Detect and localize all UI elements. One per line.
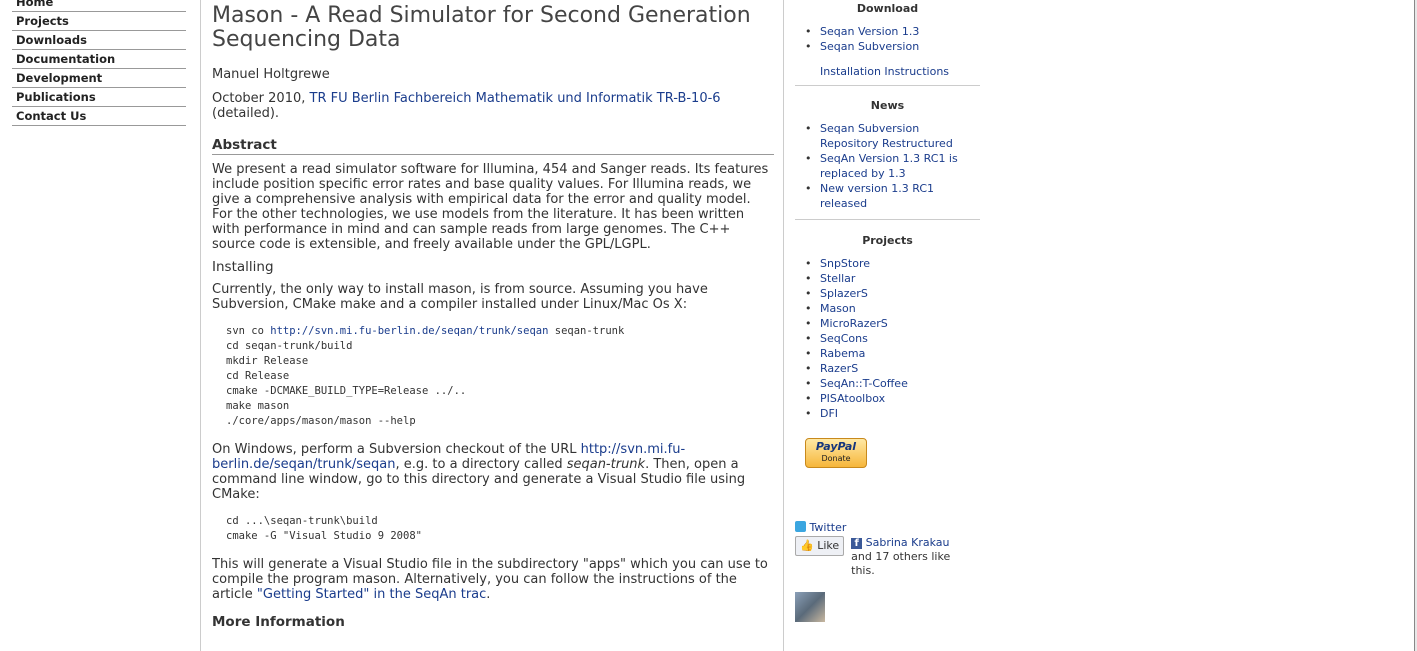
download-list: Seqan Version 1.3 Seqan Subversion (795, 24, 980, 54)
windows-folder-name: seqan-trunk (566, 457, 646, 472)
nav-item-home[interactable]: Home (12, 0, 186, 12)
code-line-1-pre: svn co (226, 325, 271, 337)
project-item[interactable]: SeqAn::T-Coffee (805, 376, 980, 391)
paypal-donate-label: Donate (821, 454, 851, 463)
news-link[interactable]: Seqan Subversion Repository Restructured (820, 122, 953, 150)
project-link-mason[interactable]: Mason (820, 302, 856, 315)
project-link-stellar[interactable]: Stellar (820, 272, 855, 285)
project-item[interactable]: SnpStore (805, 256, 980, 271)
news-item[interactable]: New version 1.3 RC1 released (805, 181, 965, 211)
download-item[interactable]: Seqan Subversion (805, 39, 980, 54)
more-information-heading: More Information (212, 614, 345, 630)
install-intro: Currently, the only way to install mason… (212, 282, 708, 312)
windows-text-pre: On Windows, perform a Subversion checkou… (212, 442, 581, 457)
sidebar-divider (795, 219, 980, 220)
project-item[interactable]: DFI (805, 406, 980, 421)
project-link-rabema[interactable]: Rabema (820, 347, 865, 360)
paypal-donate-button[interactable]: PayPal Donate (805, 438, 867, 468)
left-navigation: Home Projects Downloads Documentation De… (0, 0, 201, 651)
project-item[interactable]: SplazerS (805, 286, 980, 301)
project-item[interactable]: MicroRazerS (805, 316, 980, 331)
projects-list: SnpStore Stellar SplazerS Mason MicroRaz… (795, 256, 980, 421)
download-item[interactable]: Seqan Version 1.3 (805, 24, 980, 39)
project-link-snpstore[interactable]: SnpStore (820, 257, 870, 270)
download-link-seqan-1-3[interactable]: Seqan Version 1.3 (820, 25, 919, 38)
nav-item-publications[interactable]: Publications (12, 88, 186, 107)
like-label: Like (817, 539, 840, 552)
like-count-text: f Sabrina Krakau and 17 others like this… (851, 536, 969, 578)
installation-instructions: Installation Instructions (795, 64, 980, 79)
twitter-link[interactable]: Twitter (810, 521, 847, 534)
code-line-1-post: seqan-trunk (548, 325, 625, 337)
project-item[interactable]: RazerS (805, 361, 980, 376)
visual-studio-paragraph: This will generate a Visual Studio file … (212, 557, 774, 602)
project-link-pisatoolbox[interactable]: PISAtoolbox (820, 392, 885, 405)
news-item[interactable]: Seqan Subversion Repository Restructured (805, 121, 965, 151)
facebook-icon: f (851, 538, 863, 549)
author: Manuel Holtgrewe (212, 67, 330, 82)
news-item[interactable]: SeqAn Version 1.3 RC1 is replaced by 1.3 (805, 151, 965, 181)
project-item[interactable]: Stellar (805, 271, 980, 286)
news-list: Seqan Subversion Repository Restructured… (795, 121, 965, 211)
nav-list: Home Projects Downloads Documentation De… (12, 0, 186, 126)
publication-info: October 2010, TR FU Berlin Fachbereich M… (212, 91, 732, 121)
windows-paragraph: On Windows, perform a Subversion checkou… (212, 442, 774, 502)
report-link[interactable]: TR FU Berlin Fachbereich Mathematik und … (310, 91, 721, 106)
facebook-friend-avatar[interactable] (795, 592, 825, 622)
project-item[interactable]: PISAtoolbox (805, 391, 980, 406)
detailed-text: (detailed). (212, 106, 280, 121)
project-link-dfi[interactable]: DFI (820, 407, 838, 420)
right-sidebar: Download Seqan Version 1.3 Seqan Subvers… (795, 0, 980, 622)
code-block-windows: cd ...\seqan-trunk\build cmake -G "Visua… (226, 515, 422, 542)
facebook-like-widget: 👍 Like f Sabrina Krakau and 17 others li… (795, 536, 980, 578)
svn-code-link[interactable]: http://svn.mi.fu-berlin.de/seqan/trunk/s… (270, 325, 548, 337)
nav-item-development[interactable]: Development (12, 69, 186, 88)
thumbs-up-icon: 👍 (800, 539, 814, 552)
abstract-heading: Abstract (212, 137, 774, 155)
download-link-subversion[interactable]: Seqan Subversion (820, 40, 919, 53)
project-link-splazers[interactable]: SplazerS (820, 287, 868, 300)
twitter-link-row[interactable]: Twitter (795, 521, 980, 535)
news-link[interactable]: New version 1.3 RC1 released (820, 182, 934, 210)
twitter-icon (795, 521, 806, 532)
projects-title: Projects (862, 234, 913, 247)
project-item[interactable]: Rabema (805, 346, 980, 361)
project-link-seqan-t-coffee[interactable]: SeqAn::T-Coffee (820, 377, 908, 390)
paypal-logo: PayPal (815, 440, 857, 453)
nav-item-projects[interactable]: Projects (12, 12, 186, 31)
installation-instructions-link[interactable]: Installation Instructions (820, 65, 949, 78)
abstract-text: We present a read simulator software for… (212, 162, 769, 252)
main-content: Mason - A Read Simulator for Second Gene… (212, 0, 774, 651)
nav-item-downloads[interactable]: Downloads (12, 31, 186, 50)
page: Home Projects Downloads Documentation De… (0, 0, 1415, 651)
nav-item-documentation[interactable]: Documentation (12, 50, 186, 69)
code-block-unix: svn co http://svn.mi.fu-berlin.de/seqan/… (226, 324, 774, 429)
page-title: Mason - A Read Simulator for Second Gene… (212, 3, 751, 52)
installing-heading: Installing (212, 259, 274, 275)
download-title: Download (856, 2, 919, 15)
getting-started-link[interactable]: "Getting Started" in the SeqAn trac (257, 587, 486, 602)
vs-text-post: . (486, 587, 491, 602)
project-link-razers[interactable]: RazerS (820, 362, 858, 375)
windows-text-mid: , e.g. to a directory called (395, 457, 567, 472)
code-lines-rest: cd seqan-trunk/build mkdir Release cd Re… (226, 340, 467, 427)
project-link-microrazers[interactable]: MicroRazerS (820, 317, 888, 330)
project-item[interactable]: Mason (805, 301, 980, 316)
like-others-text: and 17 others like this. (851, 550, 951, 577)
publication-date: October 2010, (212, 91, 306, 106)
facebook-friend-link[interactable]: Sabrina Krakau (866, 536, 950, 549)
column-divider (783, 0, 784, 651)
facebook-like-button[interactable]: 👍 Like (795, 536, 845, 556)
nav-item-contact-us[interactable]: Contact Us (12, 107, 186, 126)
sidebar-divider (795, 85, 980, 86)
news-title: News (870, 99, 905, 112)
news-link[interactable]: SeqAn Version 1.3 RC1 is replaced by 1.3 (820, 152, 958, 180)
project-item[interactable]: SeqCons (805, 331, 980, 346)
project-link-seqcons[interactable]: SeqCons (820, 332, 868, 345)
